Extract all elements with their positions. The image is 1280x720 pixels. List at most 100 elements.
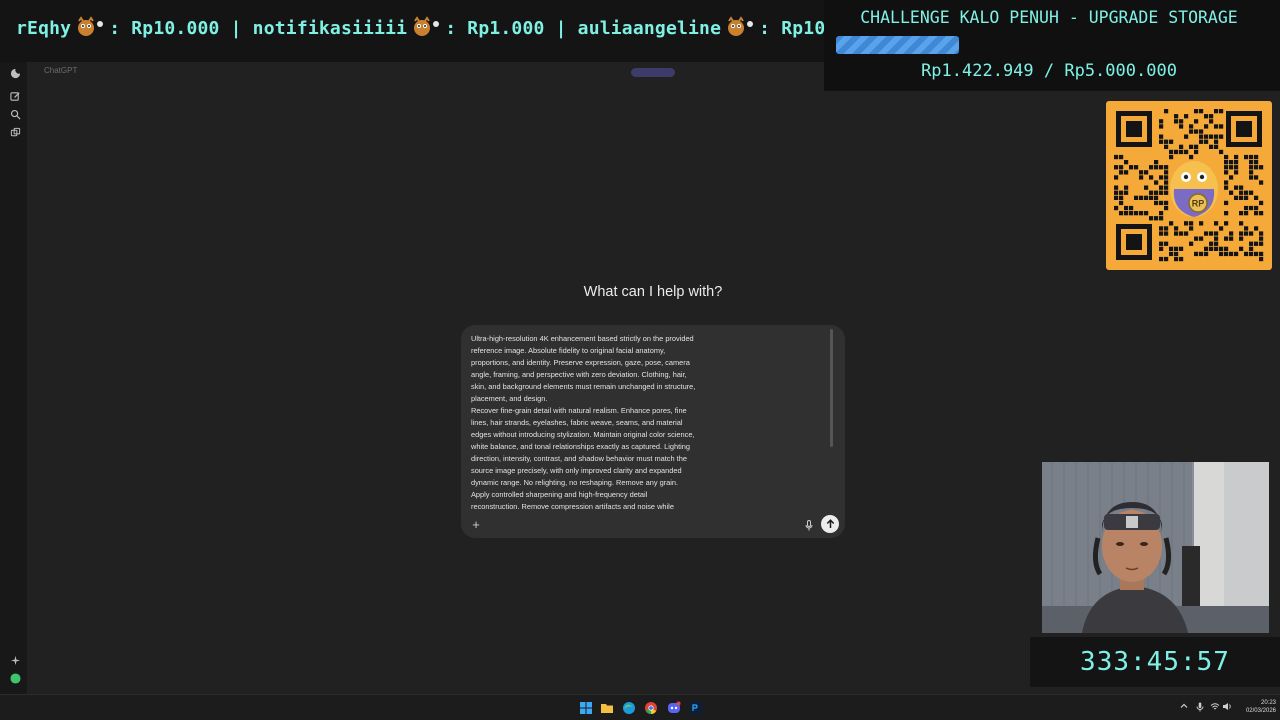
wifi-icon[interactable] — [1210, 702, 1220, 713]
qr-module — [1219, 149, 1224, 155]
qr-module — [1249, 165, 1254, 170]
qr-module — [1159, 211, 1164, 216]
qr-module — [1139, 211, 1144, 216]
new-chat-icon[interactable] — [8, 89, 22, 103]
qr-module — [1114, 154, 1119, 160]
qr-module — [1164, 241, 1169, 246]
qr-module — [1234, 251, 1239, 257]
qr-module — [1229, 160, 1234, 165]
stream-timer: 333:45:57 — [1030, 637, 1280, 687]
qr-module — [1219, 226, 1224, 231]
qr-module — [1189, 226, 1194, 231]
profile-avatar[interactable] — [8, 671, 22, 685]
microphone-icon[interactable] — [803, 518, 815, 532]
system-clock[interactable]: 20:23 02/03/2026 — [1236, 699, 1276, 715]
sparkle-icon[interactable] — [8, 653, 22, 667]
model-selector[interactable]: ChatGPT — [44, 66, 77, 75]
chevron-up-icon[interactable] — [1180, 702, 1188, 712]
qr-module — [1164, 231, 1169, 236]
qr-module — [1254, 195, 1259, 200]
qr-module — [1249, 160, 1254, 165]
prompt-input[interactable]: Ultra-high-resolution 4K enhancement bas… — [471, 333, 723, 513]
search-icon[interactable] — [8, 107, 22, 121]
qr-module — [1239, 190, 1244, 195]
qr-module — [1199, 139, 1204, 144]
qr-module — [1149, 190, 1154, 195]
qr-module — [1234, 160, 1239, 165]
qr-module — [1124, 170, 1129, 175]
windows-start-icon[interactable] — [579, 701, 593, 715]
qr-module — [1204, 114, 1209, 119]
file-explorer-icon[interactable] — [600, 701, 614, 715]
qr-module — [1114, 195, 1119, 200]
send-button[interactable] — [821, 515, 839, 533]
qr-module — [1199, 134, 1204, 139]
qr-module — [1224, 200, 1229, 206]
qr-module — [1194, 149, 1199, 155]
qr-module — [1164, 109, 1169, 114]
qr-module — [1214, 241, 1219, 246]
add-attachment-button[interactable]: + — [469, 518, 483, 532]
qr-module — [1159, 165, 1164, 170]
qr-module — [1179, 144, 1184, 149]
qr-module — [1119, 165, 1124, 170]
qr-module — [1239, 195, 1244, 200]
sidebar-toggle-icon[interactable] — [8, 66, 22, 80]
qr-module — [1124, 205, 1129, 211]
qr-module — [1224, 211, 1229, 216]
qr-module — [1169, 251, 1174, 257]
qr-module — [1129, 165, 1134, 170]
qr-module — [1254, 211, 1259, 216]
qr-module — [1259, 231, 1264, 236]
arrow-up-icon — [826, 519, 834, 528]
qr-badge-text: RP — [1192, 199, 1205, 209]
qr-module — [1159, 124, 1164, 129]
qr-module — [1209, 144, 1214, 149]
qr-module — [1239, 246, 1244, 251]
qr-module — [1249, 241, 1254, 246]
prompt-composer: Ultra-high-resolution 4K enhancement bas… — [461, 325, 845, 538]
qr-module — [1259, 241, 1264, 246]
microphone-tray-icon[interactable] — [1196, 702, 1204, 714]
qr-module — [1124, 211, 1129, 216]
qr-module — [1234, 165, 1239, 170]
qr-module — [1114, 185, 1119, 190]
qr-module — [1204, 134, 1209, 139]
qr-module — [1254, 241, 1259, 246]
qr-module — [1209, 114, 1214, 119]
qr-module — [1254, 205, 1259, 211]
mascot-icon — [75, 16, 105, 38]
qr-module — [1159, 190, 1164, 195]
photoshop-icon[interactable] — [689, 701, 703, 715]
qr-module — [1149, 216, 1154, 221]
chrome-icon[interactable] — [644, 701, 658, 715]
qr-module — [1124, 160, 1129, 165]
qr-module — [1259, 236, 1264, 241]
qr-module — [1239, 236, 1244, 241]
edge-icon[interactable] — [622, 701, 636, 715]
qr-module — [1244, 211, 1249, 216]
qr-module — [1249, 251, 1254, 257]
qr-module — [1159, 246, 1164, 251]
qr-module — [1134, 211, 1139, 216]
qr-module — [1219, 124, 1224, 129]
qr-module — [1164, 180, 1169, 185]
volume-icon[interactable] — [1222, 702, 1232, 713]
donor-name: rEqhy — [16, 18, 72, 39]
discord-icon[interactable] — [667, 701, 681, 715]
qr-module — [1179, 246, 1184, 251]
qr-module — [1119, 211, 1124, 216]
qr-module — [1224, 236, 1229, 241]
composer-scrollbar[interactable] — [830, 329, 833, 447]
challenge-amount: Rp1.422.949 / Rp5.000.000 — [921, 61, 1177, 81]
qr-module — [1209, 119, 1214, 124]
upgrade-button[interactable] — [631, 68, 675, 77]
library-icon[interactable] — [8, 125, 22, 139]
qr-module — [1214, 134, 1219, 139]
qr-module — [1159, 119, 1164, 124]
qr-module — [1219, 251, 1224, 257]
qr-module — [1249, 154, 1254, 160]
qr-module — [1154, 200, 1159, 206]
qr-module — [1254, 175, 1259, 180]
qr-module — [1154, 165, 1159, 170]
